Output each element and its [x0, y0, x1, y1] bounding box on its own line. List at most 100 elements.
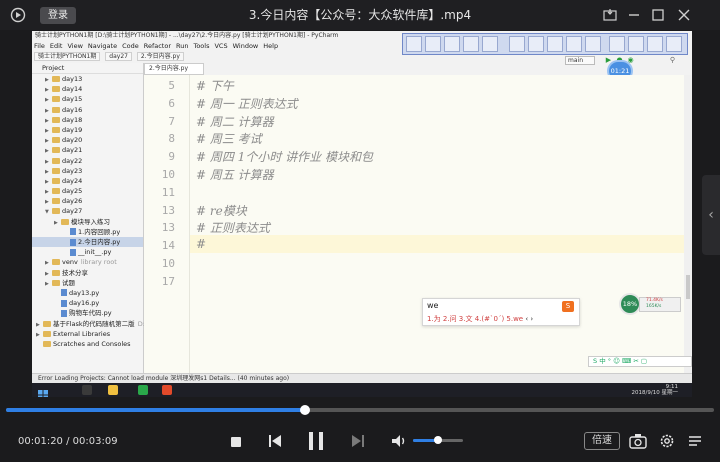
ime-page-arrows[interactable]: ‹ ›	[525, 315, 533, 323]
tree-item[interactable]: ▶ day24	[32, 176, 143, 186]
breadcrumb-item[interactable]: 骑士计划PYTHON1期	[34, 52, 101, 61]
toolbar-button-icon[interactable]	[585, 36, 601, 52]
menu-item[interactable]: Window	[233, 42, 259, 50]
tree-item[interactable]: __init__.py	[32, 247, 143, 257]
toolbar-button-icon[interactable]	[444, 36, 460, 52]
progress-bar[interactable]	[6, 405, 714, 415]
exit-fullscreen-icon[interactable]	[602, 7, 618, 23]
previous-button[interactable]	[266, 432, 284, 450]
tree-item[interactable]: ▶ day13	[32, 74, 143, 84]
playback-speed-button[interactable]: 倍速	[584, 432, 620, 450]
menu-item[interactable]: Run	[176, 42, 188, 50]
code-line[interactable]: # 周五 计算器	[196, 166, 274, 183]
ime-candidates[interactable]: 1.为 2.问 3.文 4.(#`0´) 5.we ‹ ›	[427, 314, 533, 324]
menu-item[interactable]: Refactor	[144, 42, 171, 50]
breadcrumb-item[interactable]: 2.今日内容.py	[136, 52, 184, 61]
player-logo-icon[interactable]	[10, 7, 26, 23]
tree-item[interactable]: ▶ day25	[32, 186, 143, 196]
tree-item[interactable]: ▶ day19	[32, 125, 143, 135]
tree-item[interactable]: day13.py	[32, 288, 143, 298]
menu-item[interactable]: View	[67, 42, 82, 50]
tree-item[interactable]: ▶ 技术分享	[32, 268, 143, 278]
app-taskbar-icon[interactable]	[162, 385, 172, 395]
code-line[interactable]: # 周三 考试	[196, 130, 262, 147]
tree-item[interactable]: ▶ External Libraries	[32, 329, 143, 339]
editor-tab[interactable]: 2.今日内容.py	[144, 63, 204, 75]
toolbar-button-icon[interactable]	[406, 36, 422, 52]
tree-item[interactable]: ▶ venv library root	[32, 257, 143, 267]
toolbar-button-icon[interactable]	[547, 36, 563, 52]
volume-icon[interactable]	[390, 432, 408, 450]
tree-item[interactable]: ▶ day15	[32, 94, 143, 104]
menu-item[interactable]: VCS	[214, 42, 227, 50]
close-icon[interactable]	[676, 7, 692, 23]
file-explorer-icon[interactable]	[108, 385, 118, 395]
playlist-icon[interactable]	[686, 432, 704, 450]
tree-item[interactable]: ▶ 试题	[32, 278, 143, 288]
scrollbar-thumb[interactable]	[686, 275, 690, 299]
monitor-icon[interactable]	[628, 36, 644, 52]
tree-item[interactable]: ▶ day22	[32, 156, 143, 166]
breadcrumb-item[interactable]: day27	[105, 52, 132, 61]
menu-item[interactable]: Navigate	[88, 42, 117, 50]
next-button[interactable]	[349, 432, 367, 450]
code-line[interactable]: # 周一 正则表达式	[196, 95, 298, 112]
menu-item[interactable]: Code	[122, 42, 139, 50]
code-line[interactable]: #	[196, 237, 206, 251]
tree-item[interactable]: ▶ 模块导入练习	[32, 217, 143, 227]
toolbar-button-icon[interactable]	[482, 36, 498, 52]
tree-item[interactable]: ▶基于Flask的代码随机第二版D:\骑	[32, 319, 154, 329]
menu-item[interactable]: File	[34, 42, 45, 50]
code-editor[interactable]: 5 6 7 8 9 10 11 13 13 14 10 17 # 下午 # 周一 正则表达式 # 周二 计…	[144, 75, 690, 373]
code-line[interactable]: # 周二 计算器	[196, 113, 274, 130]
menu-item[interactable]: Help	[263, 42, 278, 50]
side-panel-toggle-icon[interactable]: ‹	[702, 175, 720, 255]
code-line[interactable]: # re模块	[196, 202, 247, 219]
run-config-select[interactable]: main	[565, 56, 595, 65]
tree-item[interactable]: ▶ day20	[32, 135, 143, 145]
login-button[interactable]: 登录	[40, 7, 76, 24]
toolbar-button-icon[interactable]	[566, 36, 582, 52]
ime-candidate-list[interactable]: 1.为 2.问 3.文 4.(#`0´) 5.we	[427, 315, 523, 323]
code-line[interactable]: # 正则表达式	[196, 219, 270, 236]
project-panel-header[interactable]: Project	[32, 63, 143, 74]
toolbar-button-icon[interactable]	[509, 36, 525, 52]
tree-item[interactable]: ▶ day14	[32, 84, 143, 94]
screenshot-icon[interactable]	[628, 432, 648, 450]
windows-start-icon[interactable]	[38, 385, 48, 397]
pause-button[interactable]	[304, 429, 328, 453]
monitor-icon[interactable]	[647, 36, 663, 52]
toolbar-button-icon[interactable]	[425, 36, 441, 52]
maximize-icon[interactable]	[650, 7, 666, 23]
tree-item[interactable]: ▶ day23	[32, 166, 143, 176]
search-icon[interactable]: ⚲	[668, 56, 677, 65]
tree-item[interactable]: ▼ day27	[32, 206, 143, 216]
progress-knob[interactable]	[300, 405, 311, 415]
tree-item[interactable]: ▶ day26	[32, 196, 143, 206]
tree-item[interactable]: Scratches and Consoles	[32, 339, 143, 349]
minimize-icon[interactable]	[626, 7, 642, 23]
settings-gear-icon[interactable]	[658, 432, 676, 450]
volume-knob[interactable]	[434, 436, 442, 444]
toolbar-button-icon[interactable]	[463, 36, 479, 52]
tree-item[interactable]: ▶ day16	[32, 105, 143, 115]
pycharm-taskbar-icon[interactable]	[138, 385, 148, 395]
toolbar-button-icon[interactable]	[666, 36, 682, 52]
menu-item[interactable]: Tools	[193, 42, 209, 50]
pen-icon[interactable]	[609, 36, 625, 52]
toolbar-button-icon[interactable]	[528, 36, 544, 52]
stop-button[interactable]	[229, 434, 243, 448]
tree-item[interactable]: ▶ day21	[32, 145, 143, 155]
tree-item[interactable]: ▶ day18	[32, 115, 143, 125]
menu-item[interactable]: Edit	[50, 42, 63, 50]
system-clock[interactable]: 9:11 2018/9/10 星期一	[632, 384, 678, 396]
tree-item[interactable]: 1.内容回顾.py	[32, 227, 143, 237]
tree-item[interactable]: day16.py	[32, 298, 143, 308]
volume-slider[interactable]	[413, 436, 463, 444]
code-line[interactable]: # 周四 1个小时 讲作业 模块和包	[196, 148, 373, 165]
task-view-icon[interactable]	[82, 385, 92, 395]
code-line[interactable]: # 下午	[196, 77, 234, 94]
sogou-ime-bar[interactable]: S 中 ° ☺ ⌨ ✂ ▢	[588, 356, 692, 367]
tree-item[interactable]: 2.今日内容.py	[32, 237, 143, 248]
tree-item[interactable]: 购物车代码.py	[32, 308, 143, 318]
